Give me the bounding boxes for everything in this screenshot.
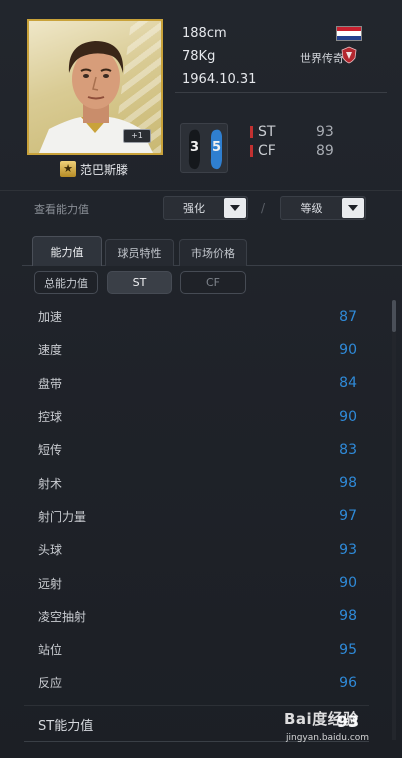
player-weight: 78Kg [182, 49, 216, 64]
player-bio: 188cm 78Kg 1964.10.31 [182, 25, 256, 94]
position-value: 89 [316, 142, 334, 159]
stat-row: 反应 96 [24, 666, 369, 699]
stat-value: 90 [339, 408, 357, 425]
player-detail-screen: +1 ★ 范巴斯滕 188cm 78Kg 1964.10.31 荷兰 世界传奇 … [0, 0, 402, 758]
stat-row: 速度 90 [24, 333, 369, 366]
position-name: CF [258, 142, 276, 159]
stat-row: 控球 90 [24, 400, 369, 433]
subtab-cf[interactable]: CF [180, 271, 246, 294]
dropdown-separator: / [261, 201, 266, 215]
stat-row: 盘带 84 [24, 367, 369, 400]
stat-name: 头球 [38, 543, 63, 558]
position-row: ST 93 [250, 122, 340, 141]
stat-row: 短传 83 [24, 433, 369, 466]
scrollbar-track[interactable] [392, 300, 396, 740]
player-name-row: ★ 范巴斯滕 [60, 160, 128, 178]
stat-name: 反应 [38, 676, 63, 691]
position-name: ST [258, 123, 276, 140]
stat-name: 短传 [38, 443, 63, 458]
enhance-dropdown[interactable]: 强化 [163, 196, 248, 220]
position-bar [250, 144, 253, 157]
view-stats-label: 查看能力值 [34, 203, 89, 216]
feet-icon [188, 129, 222, 170]
stat-name: 射术 [38, 476, 63, 491]
stat-value: 97 [339, 508, 357, 525]
stat-row: 凌空抽射 98 [24, 600, 369, 633]
stat-value: 98 [339, 475, 357, 492]
header-divider [0, 190, 402, 191]
position-ratings: ST 93 CF 89 [250, 122, 340, 160]
stats-list: 加速 87 速度 90 盘带 84 控球 90 短传 83 射术 98 射门力量 97 头球 9… [24, 300, 369, 700]
position-bar [250, 125, 253, 138]
stat-row: 射术 98 [24, 466, 369, 499]
stat-name: 加速 [38, 310, 63, 325]
watermark-text: Bai度经验 [284, 710, 359, 728]
baidu-watermark: Bai度经验 jingyan.baidu.com [282, 700, 392, 748]
position-value: 93 [316, 123, 334, 140]
tab-abilities[interactable]: 能力值 [32, 236, 102, 266]
position-row: CF 89 [250, 141, 340, 160]
stat-row: 射门力量 97 [24, 500, 369, 533]
stat-name: 速度 [38, 343, 63, 358]
summary-label: ST能力值 [38, 719, 94, 734]
stat-name: 凌空抽射 [38, 609, 87, 624]
stat-value: 96 [339, 674, 357, 691]
player-height: 188cm [182, 26, 227, 41]
level-dropdown-label: 等级 [300, 202, 323, 215]
stat-name: 站位 [38, 643, 63, 658]
player-portrait: +1 [27, 19, 163, 155]
world-legend-icon [341, 46, 357, 64]
legend-star-icon: ★ [60, 161, 76, 177]
stat-row: 站位 95 [24, 633, 369, 666]
stat-row: 头球 93 [24, 533, 369, 566]
tab-market-price[interactable]: 市场价格 [179, 239, 247, 266]
stat-name: 远射 [38, 576, 63, 591]
subtab-overall[interactable]: 总能力值 [34, 271, 98, 294]
player-name: 范巴斯滕 [80, 162, 129, 177]
player-league: 世界传奇 [300, 52, 344, 65]
tab-player-traits[interactable]: 球员特性 [105, 239, 174, 266]
stat-name: 射门力量 [38, 509, 87, 524]
preferred-foot-box: 3 5 [180, 123, 228, 173]
stat-row: 远射 90 [24, 566, 369, 599]
watermark-url: jingyan.baidu.com [286, 733, 370, 743]
stat-name: 控球 [38, 410, 63, 425]
stat-value: 93 [339, 541, 357, 558]
chevron-down-icon[interactable] [342, 198, 364, 218]
stat-value: 95 [339, 641, 357, 658]
level-dropdown[interactable]: 等级 [280, 196, 366, 220]
enhance-level-badge: +1 [123, 129, 151, 143]
scrollbar-thumb[interactable] [392, 300, 396, 332]
stat-value: 83 [339, 441, 357, 458]
left-foot-value: 3 [190, 140, 200, 155]
stat-value: 87 [339, 308, 357, 325]
stat-row: 加速 87 [24, 300, 369, 333]
netherlands-flag-icon [336, 26, 362, 41]
stat-value: 90 [339, 341, 357, 358]
stat-value: 90 [339, 575, 357, 592]
bio-divider [175, 92, 387, 93]
player-birthdate: 1964.10.31 [182, 72, 257, 87]
chevron-down-icon[interactable] [224, 198, 246, 218]
stat-value: 98 [339, 608, 357, 625]
subtab-st[interactable]: ST [107, 271, 172, 294]
stat-value: 84 [339, 375, 357, 392]
stat-name: 盘带 [38, 376, 63, 391]
enhance-dropdown-label: 强化 [183, 202, 205, 215]
right-foot-value: 5 [212, 140, 222, 155]
